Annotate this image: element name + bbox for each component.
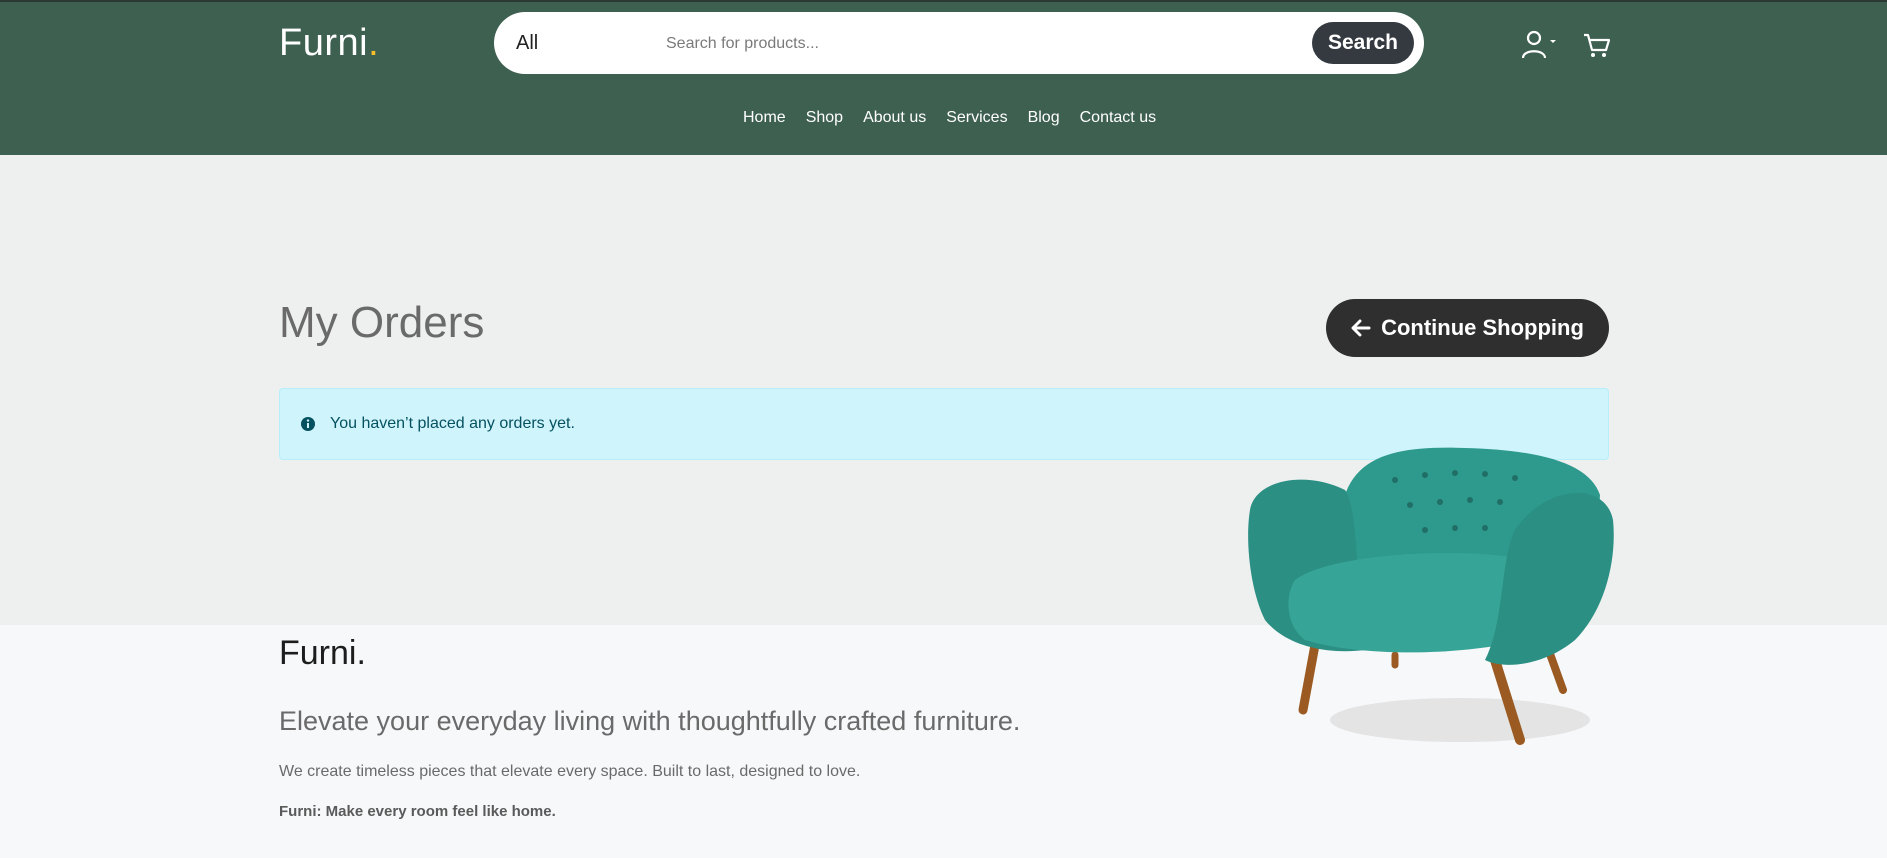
menu-contact[interactable]: Contact us <box>1080 109 1156 127</box>
menu-about[interactable]: About us <box>863 109 926 127</box>
site-header: Furni. All Search Home Shop About us Ser… <box>0 2 1887 155</box>
menu-shop[interactable]: Shop <box>806 109 843 127</box>
footer-description: We create timeless pieces that elevate e… <box>279 763 861 780</box>
continue-shopping-label: Continue Shopping <box>1381 315 1584 340</box>
search-category-select[interactable]: All <box>516 12 538 74</box>
cart-button[interactable] <box>1583 32 1611 60</box>
search-bar: All Search <box>494 12 1424 74</box>
alert-message: You haven’t placed any orders yet. <box>330 415 575 432</box>
menu-services[interactable]: Services <box>946 109 1007 127</box>
armchair-image <box>1248 447 1614 745</box>
brand-logo[interactable]: Furni. <box>279 22 379 65</box>
page-title: My Orders <box>279 298 485 347</box>
info-icon <box>301 417 315 431</box>
user-menu-toggle[interactable] <box>1521 30 1558 60</box>
footer-tagline: Elevate your everyday living with though… <box>279 706 1021 736</box>
brand-dot: . <box>368 22 380 64</box>
cart-icon <box>1584 33 1611 57</box>
user-icon <box>1521 30 1556 59</box>
menu-home[interactable]: Home <box>743 109 786 127</box>
search-input[interactable] <box>664 26 1278 62</box>
search-button[interactable]: Search <box>1311 22 1414 64</box>
footer-brand: Furni. <box>279 634 366 672</box>
brand-name: Furni <box>279 22 369 64</box>
menu-blog[interactable]: Blog <box>1028 109 1060 127</box>
arrow-left-icon <box>1351 319 1371 337</box>
footer-slogan: Furni: Make every room feel like home. <box>279 803 556 820</box>
continue-shopping-button[interactable]: Continue Shopping <box>1326 299 1609 357</box>
main-menu: Home Shop About us Services Blog Contact… <box>743 109 1156 127</box>
